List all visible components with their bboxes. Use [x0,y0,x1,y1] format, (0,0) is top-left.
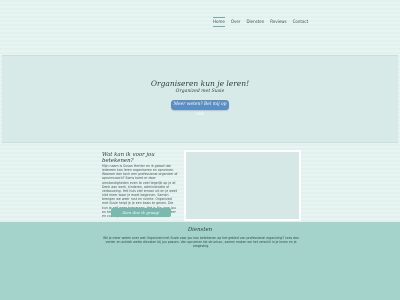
nav-contact[interactable]: Contact [290,19,312,25]
diensten-title: Diensten [187,227,213,233]
nav-over[interactable]: Over [228,19,244,25]
hero-title: Organiseren kun je leren! [150,79,250,88]
main-nav: Home Over Diensten Reviews Contact [210,17,312,27]
diensten-section: Diensten Wil je meer weten over wat Orga… [0,222,400,300]
hero-section: Organiseren kun je leren! Organized met … [2,55,398,143]
hero-cta-button[interactable]: Meer weten? Bel mij op ook [171,100,229,117]
diensten-text: Wil je meer weten over wat Organized met… [103,236,299,249]
nav-home[interactable]: Home [210,17,228,27]
hero-subtitle: Organized met Susie [175,89,225,94]
about-title: Wat kan ik voor jou betekenen? [102,152,155,164]
about-cta-button[interactable]: Zien doe ik graag! [111,208,171,217]
nav-reviews[interactable]: Reviews [267,19,289,25]
about-body-text: Mijn naam is Susan Hertler en ik geloof … [102,164,178,214]
photo-placeholder [184,150,301,221]
nav-diensten[interactable]: Diensten [243,19,267,25]
